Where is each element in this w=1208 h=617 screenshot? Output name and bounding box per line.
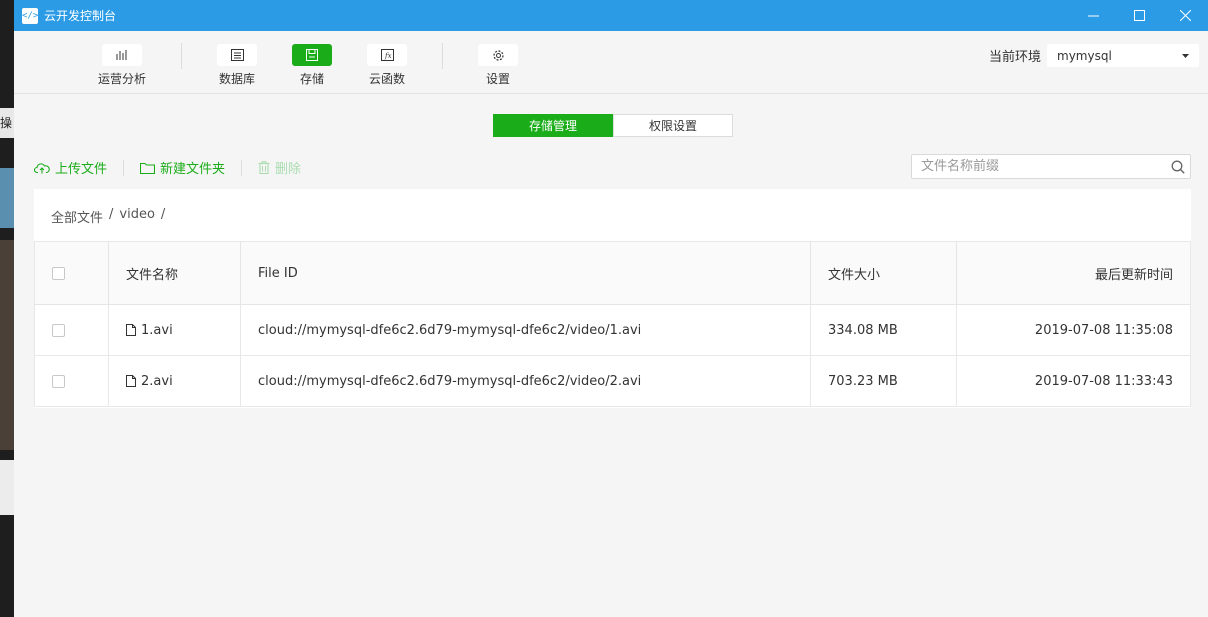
- gear-icon: [492, 49, 504, 61]
- desktop-partial-image: [0, 240, 14, 450]
- svg-text:fx: fx: [384, 52, 392, 60]
- tab-storage-management[interactable]: 存储管理: [493, 114, 613, 137]
- main-toolbar: 运营分析 数据库 存储 fx 云函数 设置 当前环境 mymysql: [14, 31, 1208, 94]
- breadcrumb: 全部文件 / video /: [51, 207, 171, 226]
- settings-button[interactable]: [478, 44, 518, 66]
- toolbar-label: 运营分析: [98, 72, 147, 86]
- save-icon: [306, 49, 318, 61]
- breadcrumb-folder[interactable]: video: [119, 207, 155, 226]
- database-button[interactable]: [217, 44, 257, 66]
- toolbar-item-database[interactable]: 数据库: [217, 44, 257, 87]
- action-divider: [241, 159, 243, 176]
- delete-button[interactable]: 删除: [258, 158, 301, 177]
- upload-file-label: 上传文件: [55, 162, 108, 177]
- header-file-id: File ID: [240, 241, 811, 305]
- storage-button[interactable]: [292, 44, 332, 66]
- file-id-cell: cloud://mymysql-dfe6c2.6d79-mymysql-dfe6…: [240, 355, 811, 407]
- env-select[interactable]: mymysql: [1047, 44, 1199, 67]
- search-input[interactable]: [912, 155, 1166, 178]
- toolbar-item-functions[interactable]: fx 云函数: [367, 44, 407, 87]
- table-row[interactable]: 2.avi cloud://mymysql-dfe6c2.6d79-mymysq…: [34, 355, 1191, 407]
- search-button[interactable]: [1166, 160, 1190, 174]
- function-icon: fx: [380, 49, 394, 61]
- chart-icon: [116, 50, 127, 60]
- file-size-cell: 334.08 MB: [810, 304, 957, 356]
- toolbar-item-analytics[interactable]: 运营分析: [98, 44, 146, 87]
- analytics-button[interactable]: [102, 44, 142, 66]
- toolbar-item-storage[interactable]: 存储: [292, 44, 332, 87]
- file-name-cell: 2.avi: [108, 355, 241, 407]
- caret-down-icon: [1182, 53, 1189, 58]
- app-code-icon: </>: [22, 7, 38, 24]
- toolbar-divider: [181, 43, 182, 69]
- storage-tabs: 存储管理 权限设置: [493, 114, 733, 137]
- breadcrumb-separator: /: [160, 207, 166, 222]
- database-icon: [230, 49, 244, 61]
- file-id-cell: cloud://mymysql-dfe6c2.6d79-mymysql-dfe6…: [240, 304, 811, 356]
- search-box: [911, 154, 1191, 179]
- new-folder-label: 新建文件夹: [160, 162, 226, 177]
- toolbar-label: 设置: [485, 72, 510, 86]
- row-select-cell: [34, 304, 109, 356]
- minimize-icon: [1087, 15, 1099, 17]
- row-checkbox[interactable]: [52, 374, 65, 388]
- cloud-upload-icon: [34, 162, 50, 173]
- file-panel: 全部文件 / video / 文件名称 File ID 文件大小 最后更新时间: [34, 189, 1191, 408]
- toolbar-item-settings[interactable]: 设置: [478, 44, 518, 87]
- header-select-all: [34, 241, 109, 305]
- header-updated-time[interactable]: 最后更新时间: [956, 241, 1191, 305]
- action-divider: [123, 159, 125, 176]
- file-icon: [126, 375, 136, 387]
- functions-button[interactable]: fx: [367, 44, 407, 66]
- title-bar: </> 云开发控制台: [14, 0, 1208, 31]
- table-header-row: 文件名称 File ID 文件大小 最后更新时间: [34, 241, 1191, 305]
- environment-selector: 当前环境 mymysql: [989, 44, 1199, 67]
- updated-time-cell: 2019-07-08 11:33:43: [956, 355, 1191, 407]
- table-row[interactable]: 1.avi cloud://mymysql-dfe6c2.6d79-mymysq…: [34, 304, 1191, 356]
- desktop-background: 操: [0, 0, 14, 617]
- row-checkbox[interactable]: [52, 323, 65, 337]
- file-name[interactable]: 1.avi: [141, 323, 173, 338]
- env-label: 当前环境: [988, 50, 1041, 65]
- file-size-cell: 703.23 MB: [810, 355, 957, 407]
- file-name[interactable]: 2.avi: [141, 374, 173, 389]
- file-name-cell: 1.avi: [108, 304, 241, 356]
- desktop-partial-text: 操: [0, 108, 14, 138]
- minimize-button[interactable]: [1070, 0, 1116, 31]
- toolbar-label: 存储: [299, 72, 324, 86]
- trash-icon: [258, 161, 270, 174]
- tab-permissions[interactable]: 权限设置: [613, 114, 733, 137]
- toolbar-label: 数据库: [218, 72, 255, 86]
- toolbar-label: 云函数: [368, 72, 405, 86]
- header-file-size[interactable]: 文件大小: [810, 241, 957, 305]
- search-icon: [1171, 160, 1185, 174]
- breadcrumb-separator: /: [109, 207, 114, 222]
- file-table: 文件名称 File ID 文件大小 最后更新时间 1.avi cloud://m…: [34, 241, 1191, 407]
- window-title: 云开发控制台: [44, 9, 117, 23]
- header-file-name[interactable]: 文件名称: [108, 241, 241, 305]
- folder-add-icon: [140, 162, 156, 174]
- delete-label: 删除: [275, 162, 302, 177]
- close-button[interactable]: [1162, 0, 1208, 31]
- breadcrumb-root[interactable]: 全部文件: [51, 207, 103, 226]
- upload-file-button[interactable]: 上传文件: [34, 158, 107, 177]
- file-icon: [126, 324, 136, 336]
- env-value: mymysql: [1057, 48, 1112, 63]
- updated-time-cell: 2019-07-08 11:35:08: [956, 304, 1191, 356]
- toolbar-divider: [442, 43, 443, 69]
- new-folder-button[interactable]: 新建文件夹: [140, 158, 225, 177]
- select-all-checkbox[interactable]: [52, 266, 65, 280]
- desktop-partial-panel: [0, 460, 14, 515]
- app-window: </> 云开发控制台 运营分析 数据库 存储 fx 云函数 设置 当前环境 my…: [14, 0, 1208, 617]
- row-select-cell: [34, 355, 109, 407]
- file-actions: 上传文件 新建文件夹 删除: [34, 158, 331, 177]
- close-icon: [1179, 10, 1191, 21]
- maximize-icon: [1133, 10, 1145, 21]
- maximize-button[interactable]: [1116, 0, 1162, 31]
- desktop-partial-image: [0, 168, 14, 228]
